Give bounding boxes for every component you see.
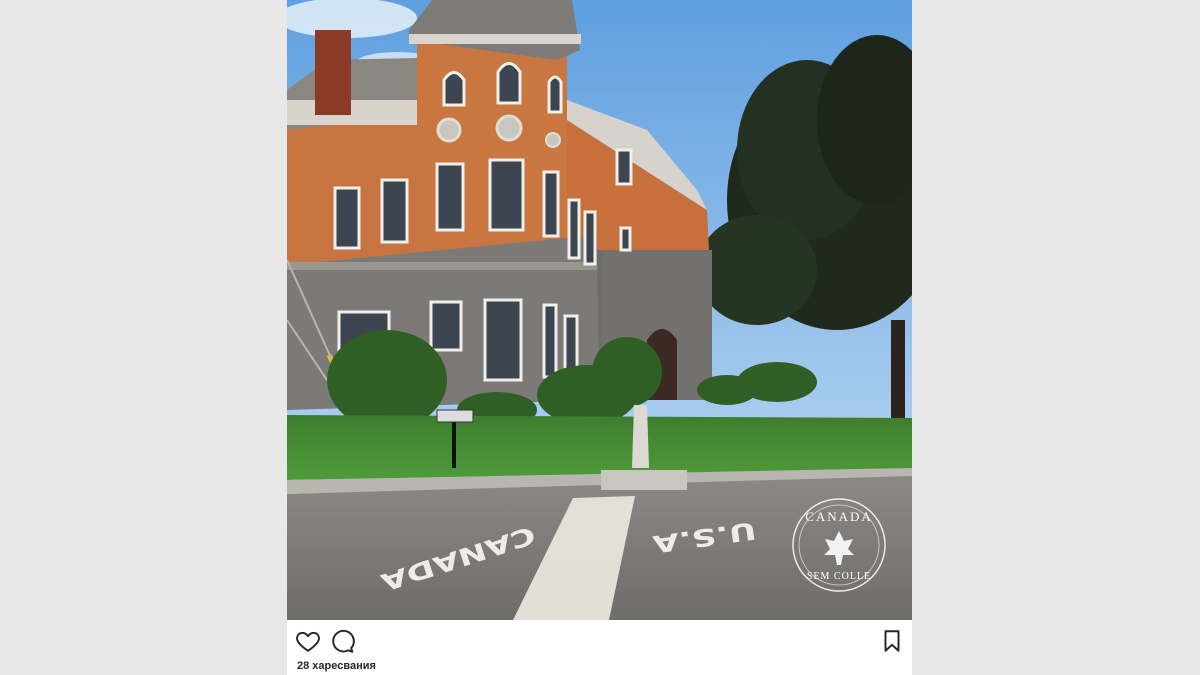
bookmark-icon: [884, 630, 900, 652]
border-marker-base: [601, 470, 687, 490]
post-photo[interactable]: CANADA U.S.A CANADA SEM COLLE: [287, 0, 912, 620]
heart-icon: [296, 631, 320, 652]
save-button[interactable]: [879, 628, 905, 654]
comment-button[interactable]: [329, 628, 355, 654]
instagram-post: CANADA U.S.A CANADA SEM COLLE 28 харесва…: [287, 0, 912, 675]
border-obelisk: [632, 405, 649, 468]
watermark-bottom-text: SEM COLLE: [807, 571, 871, 582]
comment-icon: [332, 629, 355, 653]
like-button[interactable]: [295, 628, 321, 654]
watermark-top-text: CANADA: [805, 509, 873, 524]
likes-count[interactable]: 28 харесвания: [297, 660, 376, 672]
photo-scene: CANADA U.S.A CANADA SEM COLLE: [287, 0, 912, 620]
post-actions-bar: 28 харесвания: [287, 620, 912, 675]
